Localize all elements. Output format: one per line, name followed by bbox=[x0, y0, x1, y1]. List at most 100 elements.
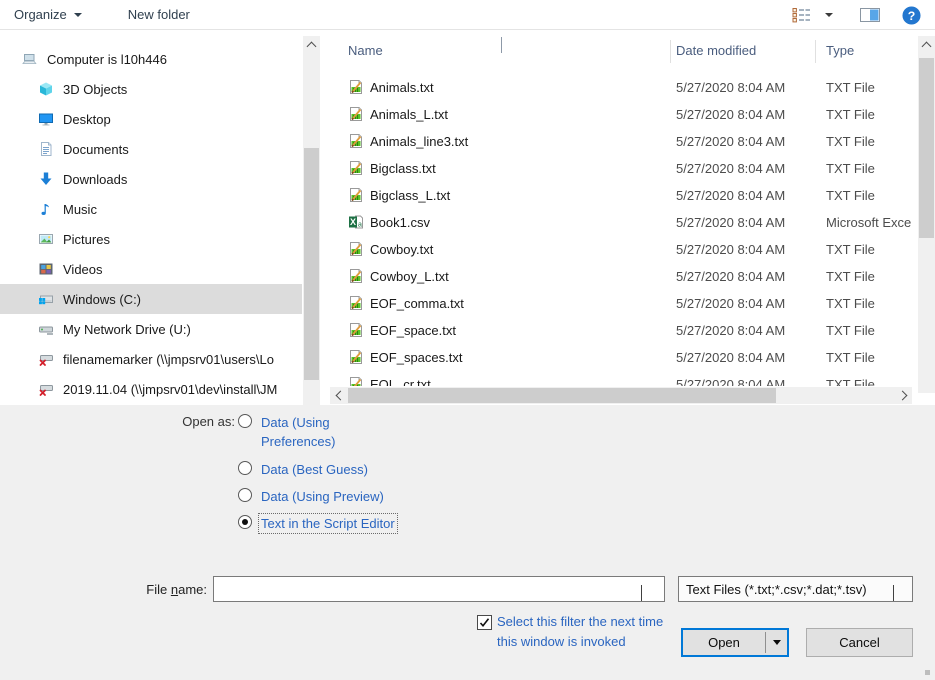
filter-checkbox[interactable] bbox=[477, 615, 492, 630]
sidebar-item-desktop[interactable]: Desktop bbox=[0, 104, 302, 134]
sidebar-item-label: 3D Objects bbox=[63, 82, 127, 97]
file-list-scrollbar-thumb[interactable] bbox=[919, 58, 934, 238]
file-type: TXT File bbox=[826, 242, 918, 257]
scroll-up-icon[interactable] bbox=[918, 36, 935, 53]
column-separator[interactable] bbox=[670, 40, 671, 63]
open-dropdown-icon[interactable] bbox=[766, 630, 787, 655]
column-header-date-modified[interactable]: Date modified bbox=[676, 43, 756, 58]
radio-button[interactable] bbox=[238, 414, 252, 428]
radio-button[interactable] bbox=[238, 488, 252, 502]
filter-checkbox-label[interactable]: Select this filter the next time this wi… bbox=[497, 612, 669, 652]
radio-label[interactable]: Data (Best Guess) bbox=[258, 459, 371, 480]
help-icon[interactable]: ? bbox=[902, 6, 921, 25]
sidebar-item-filenamemarker-jmpsrv01-users-lo[interactable]: filenamemarker (\\jmpsrv01\users\Lo bbox=[0, 344, 302, 374]
file-row-cowboy-txt[interactable]: Cowboy.txt 5/27/2020 8:04 AM TXT File bbox=[330, 236, 918, 263]
sidebar-item-pictures[interactable]: Pictures bbox=[0, 224, 302, 254]
sidebar-item-label: Computer is l10h446 bbox=[47, 52, 167, 67]
file-row-eof-spaces-txt[interactable]: EOF_spaces.txt5/27/2020 8:04 AMTXT File bbox=[330, 344, 918, 371]
file-row-bigclass-txt[interactable]: Bigclass.txt5/27/2020 8:04 AMTXT File bbox=[330, 155, 918, 182]
scroll-right-icon[interactable] bbox=[895, 387, 912, 404]
file-name: Cowboy.txt bbox=[370, 242, 433, 257]
sidebar-item-label: Windows (C:) bbox=[63, 292, 141, 307]
column-separator[interactable] bbox=[815, 40, 816, 63]
sidebar-item-3d-objects[interactable]: 3D Objects bbox=[0, 74, 302, 104]
cancel-button-label: Cancel bbox=[839, 635, 879, 650]
horizontal-scrollbar-thumb[interactable] bbox=[348, 388, 776, 403]
file-name-dropdown-icon[interactable] bbox=[641, 585, 642, 600]
resize-grip[interactable] bbox=[925, 670, 930, 675]
file-row-book1-csv[interactable]: aXBook1.csv5/27/2020 8:04 AMMicrosoft Ex… bbox=[330, 209, 918, 236]
file-type: TXT File bbox=[826, 296, 918, 311]
column-header-type[interactable]: Type bbox=[826, 43, 854, 58]
file-row-animals-l-txt[interactable]: Animals_L.txt5/27/2020 8:04 AMTXT File bbox=[330, 101, 918, 128]
preview-pane-icon[interactable] bbox=[860, 7, 880, 23]
open-as-option-text-in-the-script-editor[interactable]: Text in the Script Editor bbox=[238, 513, 398, 534]
organize-menu-button[interactable]: Organize bbox=[14, 7, 82, 22]
file-row-animals-line3-txt[interactable]: Animals_line3.txt 5/27/2020 8:04 AM TXT Fi… bbox=[330, 128, 918, 155]
radio-label[interactable]: Text in the Script Editor bbox=[258, 513, 398, 534]
file-type-filter-select[interactable]: Text Files (*.txt;*.csv;*.dat;*.tsv) bbox=[678, 576, 913, 602]
sidebar-item-label: filenamemarker (\\jmpsrv01\users\Lo bbox=[63, 352, 274, 367]
file-date-modified: 5/27/2020 8:04 AM bbox=[676, 134, 785, 149]
organize-label: Organize bbox=[14, 7, 67, 22]
sidebar-item-computer-is-l10h446[interactable]: Computer is l10h446 bbox=[0, 44, 302, 74]
sidebar-item-label: Music bbox=[63, 202, 97, 217]
column-header-name[interactable]: Name bbox=[348, 43, 383, 58]
radio-label[interactable]: Data (Using Preview) bbox=[258, 486, 387, 507]
sort-ascending-icon bbox=[501, 37, 502, 53]
scroll-up-icon[interactable] bbox=[303, 36, 320, 53]
sidebar-item-label: 2019.11.04 (\\jmpsrv01\dev\install\JM bbox=[63, 382, 277, 397]
jmp-text-file-icon bbox=[348, 376, 364, 386]
new-folder-button[interactable]: New folder bbox=[128, 7, 190, 22]
open-as-option-data-best-guess[interactable]: Data (Best Guess) bbox=[238, 459, 371, 480]
file-type-filter-value: Text Files (*.txt;*.csv;*.dat;*.tsv) bbox=[686, 582, 867, 597]
sidebar-item-documents[interactable]: Documents bbox=[0, 134, 302, 164]
jmp-text-file-icon bbox=[348, 160, 364, 176]
sidebar-scrollbar-thumb[interactable] bbox=[304, 148, 319, 380]
open-button[interactable]: Open bbox=[681, 628, 789, 657]
file-name: EOF_spaces.txt bbox=[370, 350, 462, 365]
horizontal-scrollbar[interactable] bbox=[330, 387, 912, 404]
open-as-option-data-using-preferences[interactable]: Data (Using Preferences) bbox=[238, 412, 402, 452]
sidebar-item-videos[interactable]: Videos bbox=[0, 254, 302, 284]
sidebar-item-label: Downloads bbox=[63, 172, 127, 187]
file-row-bigclass-l-txt[interactable]: Bigclass_L.txt5/27/2020 8:04 AMTXT File bbox=[330, 182, 918, 209]
file-type: TXT File bbox=[826, 269, 918, 284]
sidebar-item-music[interactable]: Music bbox=[0, 194, 302, 224]
change-view-icon[interactable] bbox=[792, 7, 812, 23]
file-date-modified: 5/27/2020 8:04 AM bbox=[676, 323, 785, 338]
open-as-label: Open as: bbox=[130, 414, 235, 429]
file-type: TXT File bbox=[826, 134, 918, 149]
film-strip-icon bbox=[38, 261, 54, 277]
filter-dropdown-icon[interactable] bbox=[893, 585, 894, 600]
sidebar-scrollbar[interactable] bbox=[303, 36, 320, 405]
file-list-scrollbar[interactable] bbox=[918, 36, 935, 393]
sidebar-item-2019-11-04-jmpsrv01-dev-install-jm[interactable]: 2019.11.04 (\\jmpsrv01\dev\install\JM bbox=[0, 374, 302, 404]
jmp-text-file-icon bbox=[348, 295, 364, 311]
radio-button[interactable] bbox=[238, 461, 252, 475]
sidebar-item-windows-c[interactable]: Windows (C:) bbox=[0, 284, 302, 314]
file-row-cowboy-l-txt[interactable]: Cowboy_L.txt5/27/2020 8:04 AMTXT File bbox=[330, 263, 918, 290]
file-type: TXT File bbox=[826, 161, 918, 176]
file-row-animals-txt[interactable]: Animals.txt5/27/2020 8:04 AMTXT File bbox=[330, 74, 918, 101]
file-row-eof-comma-txt[interactable]: EOF_comma.txt5/27/2020 8:04 AMTXT File bbox=[330, 290, 918, 317]
file-row-eof-space-txt[interactable]: EOF_space.txt5/27/2020 8:04 AMTXT File bbox=[330, 317, 918, 344]
file-name-input[interactable] bbox=[213, 576, 665, 602]
open-as-option-data-using-preview[interactable]: Data (Using Preview) bbox=[238, 486, 387, 507]
scroll-left-icon[interactable] bbox=[330, 387, 347, 404]
file-name: Animals_line3.txt bbox=[370, 134, 468, 149]
sidebar-item-downloads[interactable]: Downloads bbox=[0, 164, 302, 194]
file-type: TXT File bbox=[826, 350, 918, 365]
file-row-eol-cr-txt[interactable]: EOL_cr.txt5/27/2020 8:04 AMTXT File bbox=[330, 371, 918, 386]
sidebar-item-my-network-drive-u[interactable]: My Network Drive (U:) bbox=[0, 314, 302, 344]
cancel-button[interactable]: Cancel bbox=[806, 628, 913, 657]
radio-label[interactable]: Data (Using Preferences) bbox=[258, 412, 402, 452]
views-caret-icon[interactable] bbox=[825, 13, 833, 17]
file-name: EOF_space.txt bbox=[370, 323, 456, 338]
file-type: TXT File bbox=[826, 80, 918, 95]
file-name: Animals_L.txt bbox=[370, 107, 448, 122]
file-type: TXT File bbox=[826, 377, 918, 386]
file-date-modified: 5/27/2020 8:04 AM bbox=[676, 242, 785, 257]
radio-button[interactable] bbox=[238, 515, 252, 529]
file-date-modified: 5/27/2020 8:04 AM bbox=[676, 296, 785, 311]
